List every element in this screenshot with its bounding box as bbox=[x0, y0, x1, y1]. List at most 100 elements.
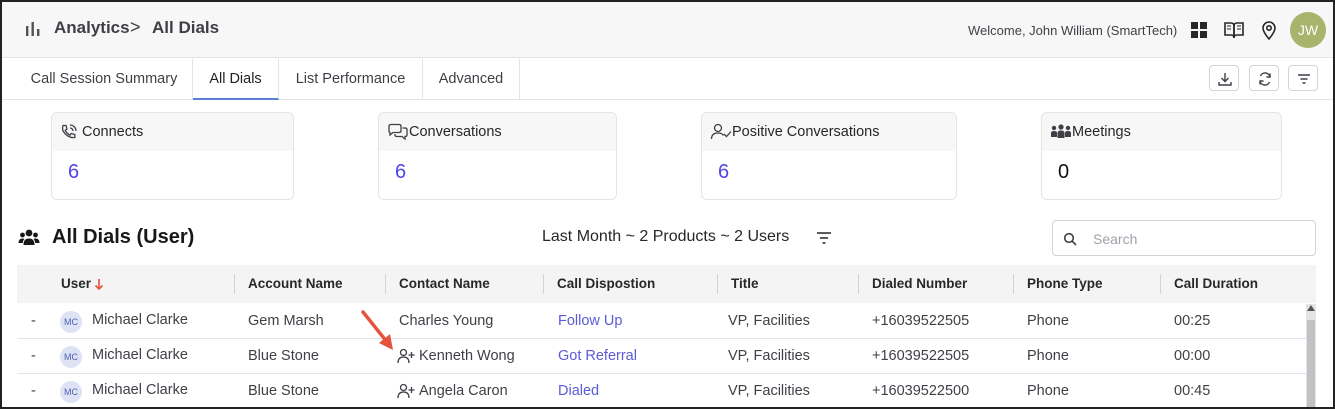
bar-chart-icon bbox=[26, 22, 40, 36]
tab-call-session-summary[interactable]: Call Session Summary bbox=[16, 59, 193, 100]
avatar: MC bbox=[60, 346, 82, 368]
tab-list-performance[interactable]: List Performance bbox=[279, 59, 423, 100]
phone-type: Phone bbox=[1027, 313, 1069, 329]
column-header-account[interactable]: Account Name bbox=[248, 265, 343, 303]
avatar: MC bbox=[60, 311, 82, 333]
contact-title: VP, Facilities bbox=[728, 383, 810, 399]
column-header-title[interactable]: Title bbox=[731, 265, 759, 303]
contact-name[interactable]: Kenneth Wong bbox=[419, 339, 515, 374]
table-row[interactable]: - MC Michael Clarke Blue Stone Angela Ca… bbox=[17, 374, 1306, 407]
kpi-card-connects: Connects 6 bbox=[51, 112, 294, 200]
kpi-card-positive-conversations: Positive Conversations 6 bbox=[701, 112, 957, 200]
column-divider[interactable] bbox=[1013, 274, 1014, 294]
search-input[interactable] bbox=[1093, 229, 1303, 249]
contact-name[interactable]: Charles Young bbox=[399, 304, 493, 339]
kpi-card-conversations: Conversations 6 bbox=[378, 112, 617, 200]
user-name: Michael Clarke bbox=[92, 382, 188, 398]
grid-icon[interactable] bbox=[1188, 19, 1210, 41]
row-expand-toggle[interactable]: - bbox=[31, 374, 36, 407]
kpi-label: Positive Conversations bbox=[732, 124, 880, 140]
search-icon bbox=[1063, 232, 1077, 246]
kpi-value[interactable]: 6 bbox=[702, 151, 956, 184]
column-divider[interactable] bbox=[1160, 274, 1161, 294]
row-expand-toggle[interactable]: - bbox=[31, 304, 36, 339]
user-name: Michael Clarke bbox=[92, 347, 188, 363]
location-pin-icon[interactable] bbox=[1258, 19, 1280, 41]
kpi-label: Connects bbox=[82, 124, 144, 140]
column-divider[interactable] bbox=[858, 274, 859, 294]
annotation-arrow-icon bbox=[361, 310, 393, 350]
tab-advanced[interactable]: Advanced bbox=[423, 59, 520, 100]
people-group-icon bbox=[1051, 124, 1071, 138]
column-divider[interactable] bbox=[543, 274, 544, 294]
table-row[interactable]: - MC Michael Clarke Blue Stone Kenneth W… bbox=[17, 339, 1306, 374]
table-header: User Account Name Contact Name Call Disp… bbox=[17, 265, 1316, 303]
breadcrumb-separator: > bbox=[130, 17, 141, 37]
account-name: Gem Marsh bbox=[248, 313, 324, 329]
scrollbar-thumb[interactable] bbox=[1307, 320, 1315, 407]
top-header: Analytics > All Dials Welcome, John Will… bbox=[2, 2, 1333, 58]
dialed-number: +16039522505 bbox=[872, 313, 970, 329]
column-header-phone-type[interactable]: Phone Type bbox=[1027, 265, 1103, 303]
phone-connect-icon bbox=[61, 124, 77, 139]
phone-type: Phone bbox=[1027, 348, 1069, 364]
call-duration: 00:45 bbox=[1174, 383, 1211, 399]
user-avatar[interactable]: JW bbox=[1290, 12, 1326, 48]
column-header-call-duration[interactable]: Call Duration bbox=[1174, 265, 1258, 303]
kpi-label: Meetings bbox=[1072, 124, 1131, 140]
users-icon bbox=[18, 229, 40, 245]
call-duration: 00:00 bbox=[1174, 348, 1211, 364]
column-divider[interactable] bbox=[234, 274, 235, 294]
contact-title: VP, Facilities bbox=[728, 348, 810, 364]
column-header-contact[interactable]: Contact Name bbox=[399, 265, 490, 303]
download-button[interactable] bbox=[1209, 65, 1239, 91]
app-window: Analytics > All Dials Welcome, John Will… bbox=[0, 0, 1335, 409]
tab-bar: Call Session Summary All Dials List Perf… bbox=[2, 59, 1333, 100]
filter-lines-icon[interactable] bbox=[816, 231, 832, 245]
disposition-link[interactable]: Got Referral bbox=[558, 339, 637, 374]
account-name: Blue Stone bbox=[248, 383, 319, 399]
dialed-number: +16039522500 bbox=[872, 383, 970, 399]
sort-desc-arrow-icon[interactable] bbox=[94, 278, 104, 291]
kpi-value[interactable]: 6 bbox=[379, 151, 616, 184]
contact-title: VP, Facilities bbox=[728, 313, 810, 329]
refresh-icon bbox=[1259, 72, 1271, 86]
account-name: Blue Stone bbox=[248, 348, 319, 364]
chat-bubbles-icon bbox=[388, 123, 408, 141]
add-contact-icon[interactable] bbox=[397, 383, 415, 399]
filter-button[interactable] bbox=[1288, 65, 1318, 91]
search-box[interactable] bbox=[1052, 220, 1316, 256]
tab-all-dials[interactable]: All Dials bbox=[193, 59, 279, 100]
kpi-value[interactable]: 6 bbox=[52, 151, 293, 184]
user-check-icon bbox=[710, 123, 732, 140]
kpi-card-meetings: Meetings 0 bbox=[1041, 112, 1282, 200]
book-icon[interactable] bbox=[1223, 19, 1245, 41]
download-icon bbox=[1218, 73, 1232, 86]
scroll-up-arrow-icon[interactable] bbox=[1307, 305, 1315, 311]
column-divider[interactable] bbox=[717, 274, 718, 294]
filter-summary[interactable]: Last Month ~ 2 Products ~ 2 Users bbox=[542, 228, 789, 246]
filter-lines-icon bbox=[1298, 74, 1310, 84]
call-duration: 00:25 bbox=[1174, 313, 1211, 329]
kpi-value[interactable]: 0 bbox=[1042, 151, 1281, 184]
row-expand-toggle[interactable]: - bbox=[31, 339, 36, 374]
add-contact-icon[interactable] bbox=[397, 348, 415, 364]
section-title: All Dials (User) bbox=[52, 226, 195, 248]
table-row[interactable]: - MC Michael Clarke Gem Marsh Charles Yo… bbox=[17, 304, 1306, 339]
column-header-dialed-number[interactable]: Dialed Number bbox=[872, 265, 967, 303]
kpi-label: Conversations bbox=[409, 124, 502, 140]
column-header-disposition[interactable]: Call Dispostion bbox=[557, 265, 655, 303]
contact-name[interactable]: Angela Caron bbox=[419, 374, 508, 407]
user-name: Michael Clarke bbox=[92, 312, 188, 328]
dialed-number: +16039522505 bbox=[872, 348, 970, 364]
disposition-link[interactable]: Dialed bbox=[558, 374, 599, 407]
breadcrumb-app[interactable]: Analytics bbox=[54, 18, 130, 38]
phone-type: Phone bbox=[1027, 383, 1069, 399]
column-header-user[interactable]: User bbox=[61, 265, 91, 303]
welcome-text: Welcome, John William (SmartTech) bbox=[968, 23, 1178, 38]
refresh-button[interactable] bbox=[1249, 65, 1279, 91]
breadcrumb-page: All Dials bbox=[152, 18, 220, 37]
avatar: MC bbox=[60, 381, 82, 403]
disposition-link[interactable]: Follow Up bbox=[558, 304, 622, 339]
column-divider[interactable] bbox=[385, 274, 386, 294]
